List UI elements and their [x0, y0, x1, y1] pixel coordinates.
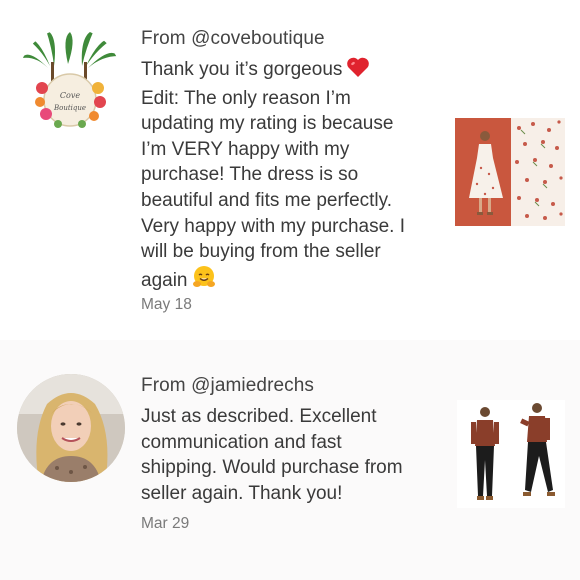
review-line: I’m VERY happy with my [141, 138, 350, 160]
avatar-jamiedrechs[interactable] [17, 374, 125, 482]
dress-photo-image [455, 118, 565, 226]
hugging-face-emoji-icon [192, 265, 216, 297]
review-text: Just as described. Excellent communicati… [141, 404, 441, 506]
outfit-photo-image [457, 400, 565, 508]
review-line: updating my rating is because [141, 113, 394, 135]
review-line: Thank you it’s gorgeous [141, 56, 441, 86]
review-line: shipping. Would purchase from [141, 457, 403, 479]
cove-boutique-logo: Cove Boutique [22, 30, 118, 128]
review-line: Just as described. Excellent [141, 406, 377, 427]
review-line: Edit: The only reason I’m [141, 87, 351, 109]
review-author[interactable]: From @jamiedrechs [141, 375, 314, 397]
review-line: purchase! The dress is so [141, 164, 359, 186]
review-date: May 18 [141, 296, 192, 313]
review-line: Very happy with my purchase. I [141, 215, 406, 237]
red-heart-emoji-icon [346, 56, 370, 86]
review-line: beautiful and fits me perfectly. [141, 189, 392, 211]
review-line: communication and fast [141, 431, 342, 453]
review-card-coveboutique: Cove Boutique From @coveboutique Thank y… [0, 0, 580, 340]
review-photo-dress[interactable] [455, 118, 565, 226]
review-text: Thank you it’s gorgeous Edit: The only r… [141, 56, 441, 296]
review-line: seller again. Thank you! [141, 482, 343, 504]
user-portrait-image [17, 374, 125, 482]
review-date: Mar 29 [141, 515, 190, 532]
avatar-coveboutique[interactable]: Cove Boutique [18, 28, 122, 132]
review-line: will be buying from the seller [141, 241, 381, 263]
review-author[interactable]: From @coveboutique [141, 28, 325, 50]
svg-text:Cove: Cove [60, 91, 80, 100]
review-line: again [141, 265, 441, 297]
review-photo-outfit[interactable] [457, 400, 565, 508]
svg-text:Boutique: Boutique [53, 104, 86, 112]
